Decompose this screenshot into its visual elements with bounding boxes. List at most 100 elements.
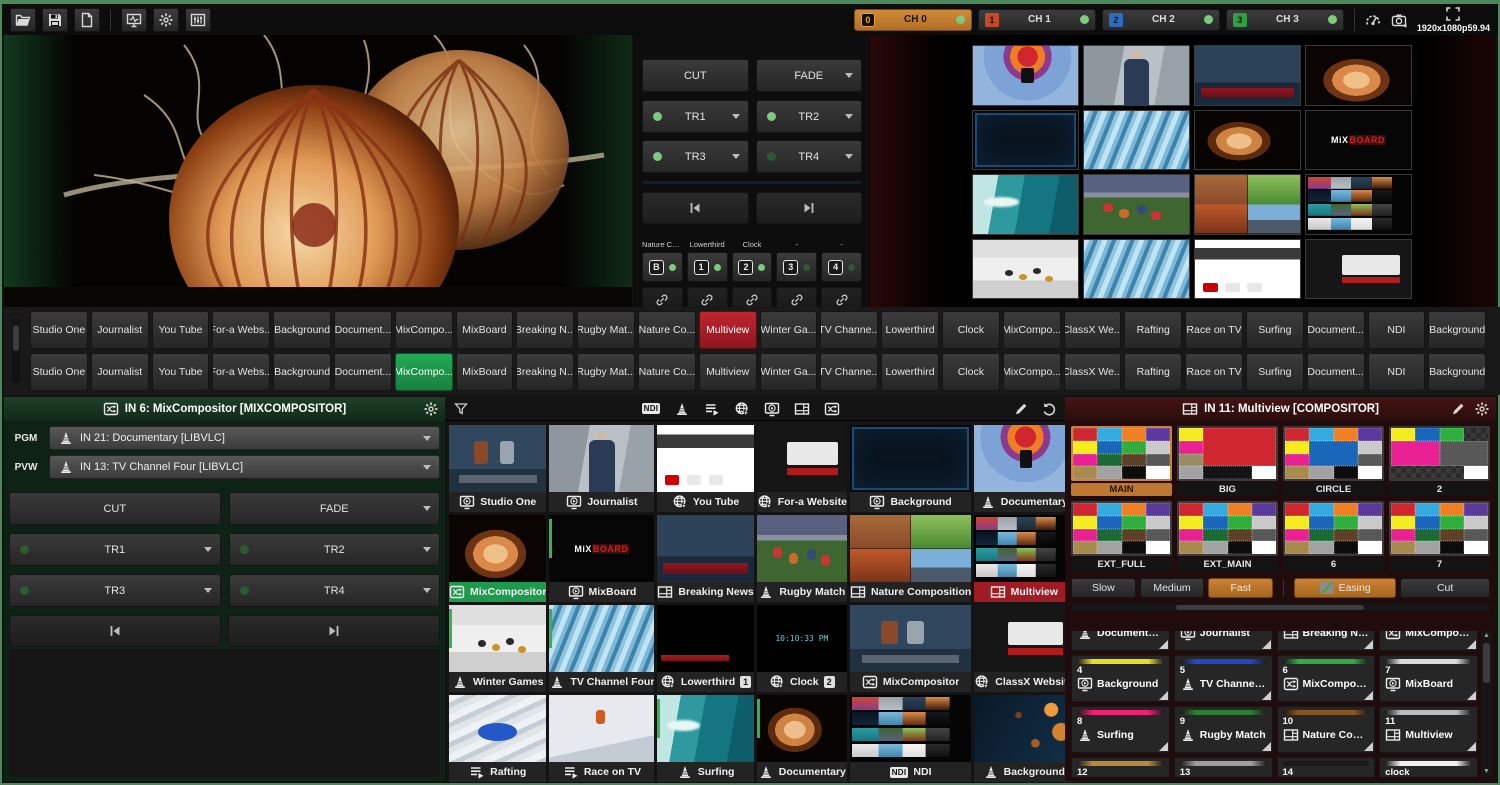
- source-button-background[interactable]: Background: [1428, 353, 1486, 391]
- source-button-ndi[interactable]: NDI: [1368, 353, 1426, 391]
- gear-icon[interactable]: [1474, 401, 1490, 417]
- source-button-multiview[interactable]: Multiview: [699, 353, 757, 391]
- source-button-journalist[interactable]: Journalist: [91, 353, 149, 391]
- source-tile-mixboard[interactable]: MiXBOARDMixBoard: [549, 515, 654, 602]
- source-button-background[interactable]: Background: [1428, 311, 1486, 349]
- source-button-mixcompo-[interactable]: MixCompo...: [1003, 353, 1061, 391]
- source-button-document-[interactable]: Document...: [334, 353, 392, 391]
- source-button-race-on-tv[interactable]: Race on TV: [1185, 311, 1243, 349]
- slot-3[interactable]: 3MixCompositor: [1379, 631, 1478, 651]
- source-tile-rafting[interactable]: Rafting: [449, 695, 546, 782]
- source-button-tv-channe-[interactable]: TV Channe...: [820, 353, 878, 391]
- layout-preset-6[interactable]: 6: [1283, 501, 1384, 571]
- source-tile-breaking-news[interactable]: Breaking News: [657, 515, 753, 602]
- source-button-tv-channe-[interactable]: TV Channe...: [820, 311, 878, 349]
- source-button-mixboard[interactable]: MixBoard: [456, 353, 514, 391]
- slot-14[interactable]: 14You Tube: [1277, 757, 1376, 777]
- vlc-cone-filter-icon[interactable]: [674, 401, 690, 417]
- layout-preset-ext_main[interactable]: EXT_MAIN: [1177, 501, 1278, 571]
- slot-4[interactable]: 4Background: [1071, 655, 1170, 702]
- compositor-filter-icon[interactable]: [824, 401, 840, 417]
- save-project-icon[interactable]: [42, 8, 68, 32]
- goto-start-button[interactable]: [642, 192, 749, 224]
- undo-icon[interactable]: [1041, 401, 1057, 417]
- settings-gear-icon[interactable]: [153, 8, 179, 32]
- source-tile-ndi[interactable]: NDINDI: [850, 695, 971, 782]
- layout-preset-7[interactable]: 7: [1389, 501, 1490, 571]
- source-tile-winter-games[interactable]: Winter Games: [449, 605, 546, 692]
- performance-gauge-icon[interactable]: [1365, 12, 1381, 28]
- source-button-studio-one[interactable]: Studio One: [30, 311, 88, 349]
- multiview-cell-5[interactable]: [972, 110, 1079, 171]
- macro-key-1-button[interactable]: 1: [687, 252, 728, 282]
- source-tile-lowerthird[interactable]: Lowerthird1: [657, 605, 753, 692]
- source-button-surfing[interactable]: Surfing: [1246, 311, 1304, 349]
- source-button-breaking-n-[interactable]: Breaking N...: [516, 353, 574, 391]
- slot-1[interactable]: 1Journalist: [1174, 631, 1273, 651]
- source-tile-mixcompositor[interactable]: MixCompositor: [449, 515, 546, 602]
- slot-12[interactable]: 12Winter Games: [1071, 757, 1170, 777]
- audio-mixer-icon[interactable]: [185, 8, 211, 32]
- fade-button[interactable]: FADE: [229, 492, 441, 525]
- source-button-ndi[interactable]: NDI: [1368, 311, 1426, 349]
- scroll-down-icon[interactable]: ▼: [1481, 767, 1492, 777]
- source-button-document-[interactable]: Document...: [1307, 353, 1365, 391]
- speed-medium-button[interactable]: Medium: [1140, 578, 1205, 598]
- channel-button-3[interactable]: 3CH 3: [1226, 9, 1344, 31]
- transition-tr2-button[interactable]: TR2: [229, 533, 441, 566]
- slot-9[interactable]: 9Rugby Match: [1174, 706, 1273, 753]
- macro-key-2-button[interactable]: 2: [732, 252, 773, 282]
- transition-tr3-button[interactable]: TR3: [642, 140, 749, 173]
- pgm-source-select[interactable]: IN 21: Documentary [LIBVLC]: [49, 426, 440, 450]
- macro-key-B-button[interactable]: B: [642, 252, 683, 282]
- cut-button[interactable]: CUT: [642, 59, 749, 92]
- web-filter-icon[interactable]: [734, 401, 750, 417]
- source-button-surfing[interactable]: Surfing: [1246, 353, 1304, 391]
- source-button-lowerthird[interactable]: Lowerthird: [881, 353, 939, 391]
- source-tile-clock[interactable]: 10:10:33 PMClock2: [757, 605, 847, 692]
- multiview-cell-1[interactable]: [972, 45, 1079, 106]
- slot-8[interactable]: 8Surfing: [1071, 706, 1170, 753]
- goto-start-button[interactable]: [9, 615, 221, 647]
- transition-tr3-button[interactable]: TR3: [9, 574, 221, 607]
- multiview-cell-4[interactable]: [1305, 45, 1412, 106]
- gear-icon[interactable]: [423, 401, 439, 417]
- open-project-icon[interactable]: [10, 8, 36, 32]
- source-button-mixcompo-[interactable]: MixCompo...: [395, 353, 453, 391]
- multiview-cell-9[interactable]: [972, 174, 1079, 235]
- source-button-rafting[interactable]: Rafting: [1124, 353, 1182, 391]
- edit-pencil-icon[interactable]: [1450, 401, 1466, 417]
- source-button-mixcompo-[interactable]: MixCompo...: [1003, 311, 1061, 349]
- macro-key-4-button[interactable]: 4: [821, 252, 862, 282]
- source-button-for-a-webs-[interactable]: For-a Webs...: [212, 353, 270, 391]
- transition-tr2-button[interactable]: TR2: [756, 100, 863, 133]
- ndi-filter-icon[interactable]: NDI: [642, 401, 661, 417]
- source-button-you-tube[interactable]: You Tube: [152, 353, 210, 391]
- easing-button[interactable]: Easing: [1294, 578, 1396, 598]
- source-tile-mixcompositor[interactable]: MixCompositor: [850, 605, 971, 692]
- source-button-studio-one[interactable]: Studio One: [30, 353, 88, 391]
- macro-key-3-button[interactable]: 3: [776, 252, 817, 282]
- source-tile-nature-composition[interactable]: Nature Composition: [850, 515, 971, 602]
- source-button-race-on-tv[interactable]: Race on TV: [1185, 353, 1243, 391]
- source-tile-documentary[interactable]: Documentary: [757, 695, 847, 782]
- scroll-up-icon[interactable]: ▲: [1481, 631, 1492, 641]
- layout-preset-big[interactable]: BIG: [1177, 426, 1278, 496]
- source-button-classx-we-[interactable]: ClassX We...: [1064, 353, 1122, 391]
- multiview-cell-15[interactable]: [1194, 239, 1301, 300]
- source-tile-studio-one[interactable]: Studio One: [449, 425, 546, 512]
- slot-6[interactable]: 6MixCompositor: [1277, 655, 1376, 702]
- source-button-classx-we-[interactable]: ClassX We...: [1064, 311, 1122, 349]
- source-tile-background[interactable]: Background: [850, 425, 971, 512]
- filter-funnel-icon[interactable]: [453, 401, 469, 417]
- slot-5[interactable]: 5TV Channel Four: [1174, 655, 1273, 702]
- multiview-cell-7[interactable]: [1194, 110, 1301, 171]
- channel-button-0[interactable]: 0CH 0: [854, 9, 972, 31]
- multiview-cell-6[interactable]: [1083, 110, 1190, 171]
- transition-tr1-button[interactable]: TR1: [9, 533, 221, 566]
- new-project-icon[interactable]: [74, 8, 100, 32]
- source-button-mixboard[interactable]: MixBoard: [456, 311, 514, 349]
- source-button-document-[interactable]: Document...: [1307, 311, 1365, 349]
- source-button-for-a-webs-[interactable]: For-a Webs...: [212, 311, 270, 349]
- slot-7[interactable]: 7MixBoard: [1379, 655, 1478, 702]
